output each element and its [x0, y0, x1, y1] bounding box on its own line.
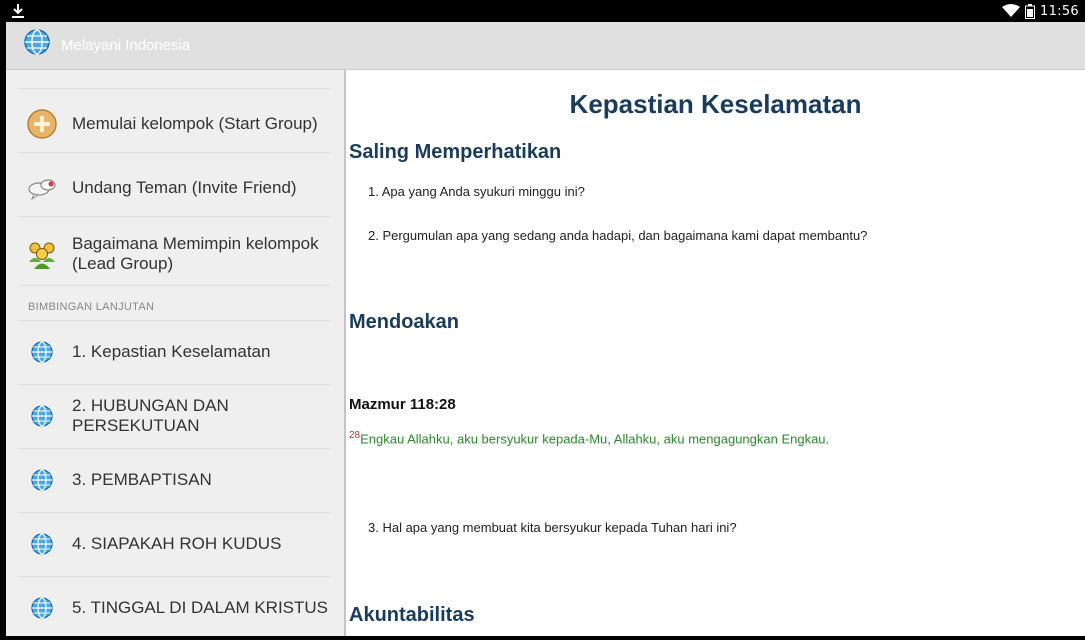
- app-window: Melayani Indonesia Memulai kelompok (Sta…: [6, 22, 1085, 636]
- lesson-content[interactable]: Kepastian Keselamatan Saling Memperhatik…: [346, 70, 1085, 636]
- section-heading: Mendoakan: [349, 311, 460, 333]
- verse-body: Engkau Allahku, aku bersyukur kepada-Mu,…: [360, 431, 830, 447]
- scripture-reference: Mazmur 118:28: [349, 396, 456, 413]
- divider: [20, 512, 330, 513]
- verse-number: 28: [349, 430, 361, 441]
- add-circle-icon: [27, 109, 57, 139]
- drawer-lesson-4[interactable]: 4. SIAPAKAH ROH KUDUS: [20, 526, 330, 562]
- drawer-item-invite-friend[interactable]: Undang Teman (Invite Friend): [20, 168, 330, 208]
- divider: [20, 320, 330, 321]
- drawer-item-label: 5. TINGGAL DI DALAM KRISTUS: [72, 598, 329, 617]
- drawer-item-label: Undang Teman (Invite Friend): [72, 178, 297, 197]
- divider: [20, 576, 330, 577]
- drawer-item-label: 3. PEMBAPTISAN: [72, 470, 212, 489]
- download-icon: [12, 4, 24, 18]
- divider: [20, 152, 330, 153]
- drawer-item-start-group[interactable]: Memulai kelompok (Start Group): [20, 104, 330, 144]
- page-title: Kepastian Keselamatan: [569, 89, 862, 119]
- globe-icon: [31, 341, 53, 363]
- drawer-lesson-5[interactable]: 5. TINGGAL DI DALAM KRISTUS: [20, 590, 330, 626]
- drawer-lesson-1[interactable]: 1. Kepastian Keselamatan: [20, 334, 330, 370]
- drawer-item-lead-group[interactable]: Bagaimana Memimpin kelompok (Lead Group): [20, 232, 330, 276]
- app-title: Melayani Indonesia: [61, 37, 191, 54]
- drawer-item-label: 1. Kepastian Keselamatan: [72, 342, 271, 361]
- divider: [20, 384, 330, 385]
- section-header: BIMBINGAN LANJUTAN: [28, 301, 155, 313]
- divider: [20, 88, 330, 89]
- question-item: 2. Pergumulan apa yang sedang anda hadap…: [368, 228, 868, 243]
- divider: [20, 216, 330, 217]
- section-heading: Akuntabilitas: [349, 604, 475, 626]
- drawer-lesson-2[interactable]: 2. HUBUNGAN DAN PERSEKUTUAN: [20, 396, 330, 435]
- globe-icon: [31, 405, 53, 427]
- divider: [20, 285, 330, 286]
- globe-icon: [31, 533, 53, 555]
- question-item: 1. Apa yang Anda syukuri minggu ini?: [368, 184, 585, 199]
- drawer-item-label: Memulai kelompok (Start Group): [72, 114, 318, 133]
- wifi-icon: [1002, 4, 1021, 17]
- globe-icon: [31, 469, 53, 491]
- group-people-icon: [29, 242, 55, 269]
- drawer-item-label: Bagaimana Memimpin kelompok (Lead Group): [72, 234, 319, 273]
- chat-bubbles-icon: [28, 179, 56, 201]
- drawer-item-label: 4. SIAPAKAH ROH KUDUS: [72, 534, 282, 553]
- section-heading: Saling Memperhatikan: [349, 141, 562, 163]
- globe-icon[interactable]: [23, 28, 51, 56]
- navigation-drawer: Memulai kelompok (Start Group) Undang Te…: [6, 70, 346, 636]
- divider: [20, 448, 330, 449]
- action-bar: Melayani Indonesia: [6, 22, 1085, 70]
- drawer-item-label: 2. HUBUNGAN DAN PERSEKUTUAN: [72, 396, 229, 435]
- globe-icon: [31, 597, 53, 619]
- drawer-lesson-3[interactable]: 3. PEMBAPTISAN: [20, 462, 330, 498]
- question-item: 3. Hal apa yang membuat kita bersyukur k…: [368, 520, 737, 535]
- battery-icon: [1025, 3, 1036, 19]
- status-bar: 11:56: [0, 0, 1085, 22]
- clock: 11:56: [1040, 3, 1079, 19]
- verse-text: 28Engkau Allahku, aku bersyukur kepada-M…: [349, 430, 829, 446]
